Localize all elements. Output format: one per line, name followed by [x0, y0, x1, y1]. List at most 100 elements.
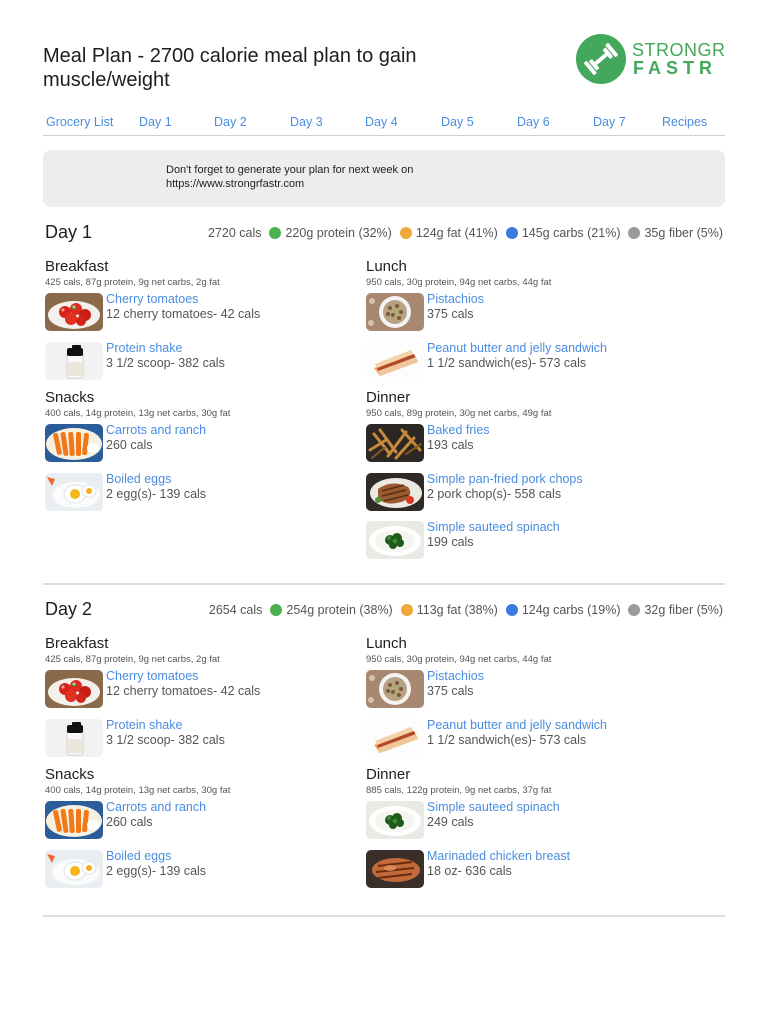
meal-name: Snacks [45, 389, 95, 406]
food-name-link[interactable]: Peanut butter and jelly sandwich [427, 718, 607, 732]
carrots-icon[interactable] [45, 801, 103, 839]
food-name-link[interactable]: Carrots and ranch [106, 423, 206, 437]
pistachios-icon[interactable] [366, 293, 424, 331]
meal-name: Dinner [366, 766, 411, 783]
food-name-link[interactable]: Simple sauteed spinach [427, 520, 560, 534]
food-amount: 3 1/2 scoop- 382 cals [106, 355, 225, 370]
food-amount: 193 cals [427, 438, 474, 452]
food-item[interactable]: Boiled eggs 2 egg(s)- 139 cals [45, 472, 365, 518]
meal-block: Breakfast 425 cals, 87g protein, 9g net c… [45, 635, 365, 763]
spinach-icon[interactable] [366, 521, 424, 559]
food-item[interactable]: Protein shake 3 1/2 scoop- 382 cals [45, 718, 365, 764]
fries-icon[interactable] [366, 424, 424, 462]
food-item[interactable]: Boiled eggs 2 egg(s)- 139 cals [45, 849, 365, 895]
boiled-eggs-icon[interactable] [45, 849, 103, 888]
carbs-dot [505, 227, 518, 239]
spinach-icon[interactable] [366, 801, 424, 839]
logo-text-bottom: FASTR [633, 58, 718, 78]
chicken-icon[interactable] [366, 849, 424, 888]
meal-name: Lunch [366, 258, 407, 275]
food-item[interactable]: Peanut butter and jelly sandwich 1 1/2 sa… [366, 718, 686, 764]
protein-shake-icon[interactable] [45, 718, 103, 757]
day-section: Day 1 2720 cals 220g protein (32%) 124g fat… [43, 222, 725, 587]
food-amount: 1 1/2 sandwich(es)- 573 cals [427, 355, 587, 370]
dumbbell-icon [576, 34, 626, 84]
reminder-text: Don't forget to generate your plan for n… [166, 163, 566, 191]
nav-day-4[interactable]: Day 4 [365, 115, 398, 129]
day-macro-summary: 2720 cals 220g protein (32%) 124g fat (41%… [208, 226, 723, 240]
meal-macros: 950 cals, 30g protein, 94g net carbs, 44… [366, 277, 552, 288]
food-name-link[interactable]: Boiled eggs [106, 849, 171, 863]
sandwich-icon[interactable] [366, 341, 424, 380]
day-fiber: 32g fiber (5%) [644, 603, 723, 617]
food-amount: 249 cals [427, 815, 474, 829]
food-item[interactable]: Simple sauteed spinach 249 cals [366, 800, 686, 846]
food-name-link[interactable]: Protein shake [106, 718, 182, 732]
food-name-link[interactable]: Peanut butter and jelly sandwich [427, 341, 607, 355]
food-name-link[interactable]: Marinaded chicken breast [427, 849, 570, 863]
food-amount: 375 cals [427, 307, 474, 321]
food-item[interactable]: Cherry tomatoes 12 cherry tomatoes- 42 ca… [45, 292, 365, 338]
strongrfastr-logo[interactable]: STRONGR FASTR [576, 34, 726, 86]
nav-day-2[interactable]: Day 2 [214, 115, 247, 129]
food-item[interactable]: Pistachios 375 cals [366, 292, 686, 338]
pork-chops-icon[interactable] [366, 472, 424, 511]
nav-recipes[interactable]: Recipes [662, 115, 707, 129]
meal-name: Breakfast [45, 258, 109, 275]
nav-day-1[interactable]: Day 1 [139, 115, 172, 129]
food-name-link[interactable]: Cherry tomatoes [106, 292, 198, 306]
nav-day-3[interactable]: Day 3 [290, 115, 323, 129]
carrots-icon[interactable] [45, 424, 103, 462]
food-item[interactable]: Marinaded chicken breast 18 oz- 636 cals [366, 849, 686, 895]
sandwich-icon[interactable] [366, 718, 424, 757]
meal-block: Snacks 400 cals, 14g protein, 13g net car… [45, 766, 365, 894]
food-amount: 2 egg(s)- 139 cals [106, 486, 207, 501]
food-amount: 1 1/2 sandwich(es)- 573 cals [427, 732, 587, 747]
day-divider [43, 915, 725, 917]
fiber-dot [628, 227, 641, 239]
nav-day-6[interactable]: Day 6 [517, 115, 550, 129]
food-name-link[interactable]: Carrots and ranch [106, 800, 206, 814]
food-item[interactable]: Protein shake 3 1/2 scoop- 382 cals [45, 341, 365, 387]
nav-day-7[interactable]: Day 7 [593, 115, 626, 129]
meal-name: Snacks [45, 766, 95, 783]
reminder-url[interactable]: https://www.strongrfastr.com [166, 177, 566, 191]
nav-grocery-list[interactable]: Grocery List [46, 115, 113, 129]
food-name-link[interactable]: Pistachios [427, 669, 484, 683]
cherry-tomatoes-icon[interactable] [45, 670, 103, 708]
meal-macros: 400 cals, 14g protein, 13g net carbs, 30… [45, 785, 231, 796]
food-amount: 3 1/2 scoop- 382 cals [106, 732, 225, 747]
day-calories: 2654 cals [208, 603, 263, 617]
food-name-link[interactable]: Baked fries [427, 423, 490, 437]
day-fat: 113g fat (38%) [416, 603, 498, 617]
food-item[interactable]: Cherry tomatoes 12 cherry tomatoes- 42 ca… [45, 669, 365, 715]
food-name-link[interactable]: Boiled eggs [106, 472, 171, 486]
food-item[interactable]: Carrots and ranch 260 cals [45, 800, 365, 846]
food-item[interactable]: Pistachios 375 cals [366, 669, 686, 715]
food-amount: 375 cals [427, 684, 474, 698]
food-name-link[interactable]: Pistachios [427, 292, 484, 306]
meal-macros: 885 cals, 122g protein, 9g net carbs, 37… [366, 785, 552, 796]
cherry-tomatoes-icon[interactable] [45, 293, 103, 331]
food-item[interactable]: Simple sauteed spinach 199 cals [366, 520, 686, 566]
carbs-dot [505, 604, 518, 616]
food-amount: 12 cherry tomatoes- 42 cals [106, 684, 261, 698]
food-name-link[interactable]: Cherry tomatoes [106, 669, 198, 683]
food-item[interactable]: Simple pan-fried pork chops 2 pork chop(s… [366, 472, 686, 518]
page-header: Meal Plan - 2700 calorie meal plan to ga… [43, 44, 543, 92]
food-name-link[interactable]: Simple pan-fried pork chops [427, 472, 583, 486]
protein-shake-icon[interactable] [45, 341, 103, 380]
food-name-link[interactable]: Simple sauteed spinach [427, 800, 560, 814]
meal-macros: 400 cals, 14g protein, 13g net carbs, 30… [45, 408, 231, 419]
food-item[interactable]: Carrots and ranch 260 cals [45, 423, 365, 469]
pistachios-icon[interactable] [366, 670, 424, 708]
food-item[interactable]: Baked fries 193 cals [366, 423, 686, 469]
food-amount: 2 pork chop(s)- 558 cals [427, 486, 562, 501]
meal-name: Lunch [366, 635, 407, 652]
boiled-eggs-icon[interactable] [45, 472, 103, 511]
nav-day-5[interactable]: Day 5 [441, 115, 474, 129]
food-amount: 199 cals [427, 535, 474, 549]
food-item[interactable]: Peanut butter and jelly sandwich 1 1/2 sa… [366, 341, 686, 387]
food-name-link[interactable]: Protein shake [106, 341, 182, 355]
fiber-dot [628, 604, 641, 616]
